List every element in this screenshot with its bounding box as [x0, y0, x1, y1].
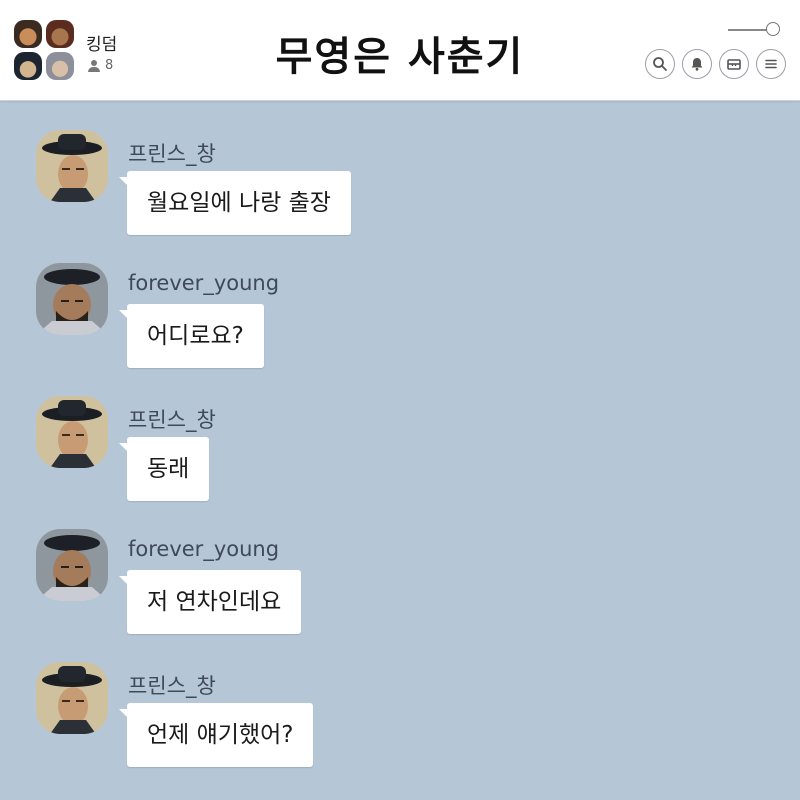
page-title: 무영은 사춘기 [275, 33, 525, 80]
message-bubble[interactable]: 저 연차인데요 [118, 570, 302, 634]
slider-track[interactable] [728, 29, 770, 31]
drawer-button[interactable] [719, 49, 749, 79]
sender-name: 프린스_창 [128, 674, 216, 698]
message-bubble[interactable]: 언제 얘기했어? [118, 703, 314, 767]
prince-avatar-image [36, 662, 108, 734]
notification-button[interactable] [682, 49, 712, 79]
bell-icon [691, 58, 703, 71]
inbox-icon [727, 59, 741, 70]
menu-icon [765, 59, 777, 69]
menu-button[interactable] [756, 49, 786, 79]
sender-avatar[interactable] [36, 662, 108, 734]
forever-avatar-image [36, 529, 108, 601]
sender-avatar[interactable] [36, 529, 108, 601]
message-bubble[interactable]: 동래 [118, 437, 210, 501]
sender-avatar[interactable] [36, 263, 108, 335]
message-bubble[interactable]: 월요일에 나랑 출장 [119, 171, 351, 235]
search-icon [653, 57, 667, 71]
prince-avatar-image [36, 130, 108, 202]
prince-avatar-image [36, 396, 108, 468]
search-button[interactable] [645, 49, 675, 79]
message-bubble[interactable]: 어디로요? [119, 304, 264, 368]
sender-name: 프린스_창 [128, 408, 216, 432]
chat-header: 킹덤 8 무영은 사춘기 [0, 0, 800, 101]
sender-avatar[interactable] [36, 396, 108, 468]
forever-avatar-image [36, 263, 108, 335]
sender-avatar[interactable] [36, 130, 108, 202]
slider-handle[interactable] [766, 22, 780, 36]
sender-name: 프린스_창 [128, 142, 216, 166]
sender-name: forever_young [128, 537, 280, 561]
sender-name: forever_young [128, 271, 280, 295]
